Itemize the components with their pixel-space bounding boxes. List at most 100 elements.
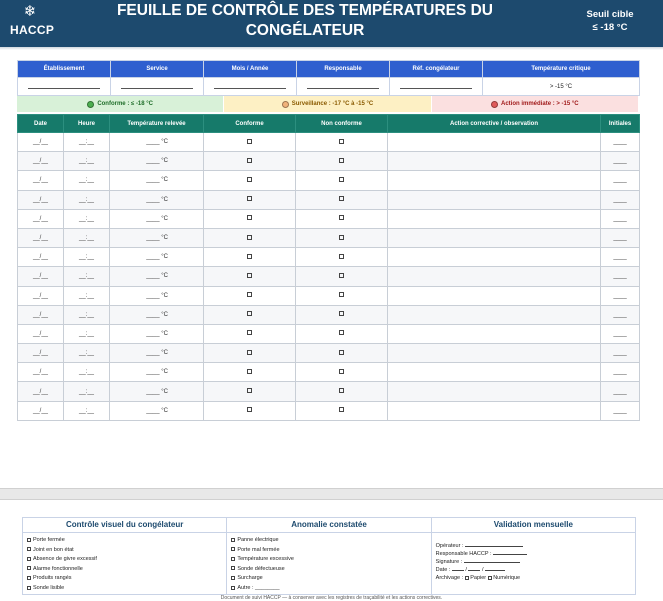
checkbox-icon[interactable] — [339, 368, 344, 374]
date-cell[interactable]: __/__ — [17, 343, 64, 364]
conforme-checkbox[interactable] — [203, 400, 296, 421]
mois-field[interactable] — [203, 77, 297, 96]
checkbox-icon[interactable] — [247, 215, 252, 221]
non-conforme-checkbox[interactable] — [295, 362, 388, 383]
conforme-checkbox[interactable] — [203, 343, 296, 364]
date-cell[interactable]: __/__ — [17, 323, 64, 345]
check-item[interactable]: Sonde lisible — [27, 584, 222, 594]
temperature-cell[interactable]: ____ °C — [109, 208, 204, 229]
conforme-checkbox[interactable] — [203, 131, 296, 153]
initials-cell[interactable]: ____ — [600, 131, 640, 153]
action-cell[interactable] — [387, 304, 601, 325]
temperature-cell[interactable]: ____ °C — [109, 381, 204, 402]
conforme-checkbox[interactable] — [203, 304, 296, 325]
date-cell[interactable]: __/__ — [17, 189, 64, 210]
initials-cell[interactable]: ____ — [600, 189, 640, 210]
temperature-cell[interactable]: ____ °C — [109, 362, 204, 383]
checkbox-icon[interactable] — [339, 330, 344, 336]
checkbox-icon[interactable] — [247, 349, 252, 355]
time-cell[interactable]: __:__ — [63, 285, 110, 306]
signature-field[interactable]: Signature : — [436, 558, 631, 566]
checkbox-icon[interactable] — [247, 311, 252, 317]
checkbox-icon[interactable] — [247, 272, 252, 278]
initials-cell[interactable]: ____ — [600, 285, 640, 306]
time-cell[interactable]: __:__ — [63, 170, 110, 191]
non-conforme-checkbox[interactable] — [295, 189, 388, 210]
initials-cell[interactable]: ____ — [600, 362, 640, 383]
check-item[interactable]: Absence de givre excessif — [27, 555, 222, 565]
anomaly-item[interactable]: Porte mal fermée — [231, 546, 426, 556]
action-cell[interactable] — [387, 285, 601, 306]
time-cell[interactable]: __:__ — [63, 189, 110, 210]
conforme-checkbox[interactable] — [203, 208, 296, 229]
checkbox-icon[interactable] — [464, 575, 469, 580]
conforme-checkbox[interactable] — [203, 151, 296, 172]
anomaly-item[interactable]: Surcharge — [231, 574, 426, 584]
conforme-checkbox[interactable] — [203, 247, 296, 268]
checkbox-icon[interactable] — [247, 292, 252, 298]
action-cell[interactable] — [387, 266, 601, 287]
time-cell[interactable]: __:__ — [63, 227, 110, 249]
time-cell[interactable]: __:__ — [63, 381, 110, 402]
initials-cell[interactable]: ____ — [600, 381, 640, 402]
action-cell[interactable] — [387, 208, 601, 229]
date-cell[interactable]: __/__ — [17, 151, 64, 172]
checkbox-icon[interactable] — [339, 234, 344, 240]
time-cell[interactable]: __:__ — [63, 208, 110, 229]
date-field[interactable]: Date : / / — [436, 566, 631, 574]
initials-cell[interactable]: ____ — [600, 400, 640, 421]
checkbox-icon[interactable] — [247, 138, 252, 144]
non-conforme-checkbox[interactable] — [295, 400, 388, 421]
checkbox-icon[interactable] — [487, 575, 492, 580]
checkbox-icon[interactable] — [339, 311, 344, 317]
checkbox-icon[interactable] — [339, 157, 344, 163]
temperature-cell[interactable]: ____ °C — [109, 227, 204, 249]
anomaly-item[interactable]: Température excessive — [231, 555, 426, 565]
anomaly-item[interactable]: Panne électrique — [231, 536, 426, 546]
checkbox-icon[interactable] — [27, 575, 31, 580]
initials-cell[interactable]: ____ — [600, 323, 640, 345]
checkbox-icon[interactable] — [339, 215, 344, 221]
conforme-checkbox[interactable] — [203, 285, 296, 306]
temperature-cell[interactable]: ____ °C — [109, 266, 204, 287]
non-conforme-checkbox[interactable] — [295, 131, 388, 153]
temperature-cell[interactable]: ____ °C — [109, 285, 204, 306]
action-cell[interactable] — [387, 343, 601, 364]
temperature-cell[interactable]: ____ °C — [109, 343, 204, 364]
action-cell[interactable] — [387, 323, 601, 345]
date-cell[interactable]: __/__ — [17, 208, 64, 229]
action-cell[interactable] — [387, 131, 601, 153]
checkbox-icon[interactable] — [231, 537, 236, 542]
action-cell[interactable] — [387, 227, 601, 249]
non-conforme-checkbox[interactable] — [295, 170, 388, 191]
time-cell[interactable]: __:__ — [63, 151, 110, 172]
checkbox-icon[interactable] — [339, 253, 344, 259]
initials-cell[interactable]: ____ — [600, 170, 640, 191]
conforme-checkbox[interactable] — [203, 227, 296, 249]
temperature-cell[interactable]: ____ °C — [109, 151, 204, 172]
initials-cell[interactable]: ____ — [600, 304, 640, 325]
date-cell[interactable]: __/__ — [17, 400, 64, 421]
time-cell[interactable]: __:__ — [63, 323, 110, 345]
non-conforme-checkbox[interactable] — [295, 343, 388, 364]
conforme-checkbox[interactable] — [203, 189, 296, 210]
checkbox-icon[interactable] — [27, 566, 31, 571]
ref-field[interactable] — [389, 77, 483, 96]
time-cell[interactable]: __:__ — [63, 362, 110, 383]
time-cell[interactable]: __:__ — [63, 131, 110, 153]
checkbox-icon[interactable] — [27, 556, 31, 561]
action-cell[interactable] — [387, 189, 601, 210]
anomaly-item[interactable]: Sonde défectueuse — [231, 565, 426, 575]
non-conforme-checkbox[interactable] — [295, 285, 388, 306]
checkbox-icon[interactable] — [247, 253, 252, 259]
conforme-checkbox[interactable] — [203, 266, 296, 287]
checkbox-icon[interactable] — [339, 176, 344, 182]
checkbox-icon[interactable] — [231, 566, 236, 571]
time-cell[interactable]: __:__ — [63, 400, 110, 421]
checkbox-icon[interactable] — [339, 292, 344, 298]
temperature-cell[interactable]: ____ °C — [109, 247, 204, 268]
temperature-cell[interactable]: ____ °C — [109, 323, 204, 345]
time-cell[interactable]: __:__ — [63, 266, 110, 287]
responsable-haccp-field[interactable]: Responsable HACCP : — [436, 550, 631, 558]
checkbox-icon[interactable] — [247, 176, 252, 182]
